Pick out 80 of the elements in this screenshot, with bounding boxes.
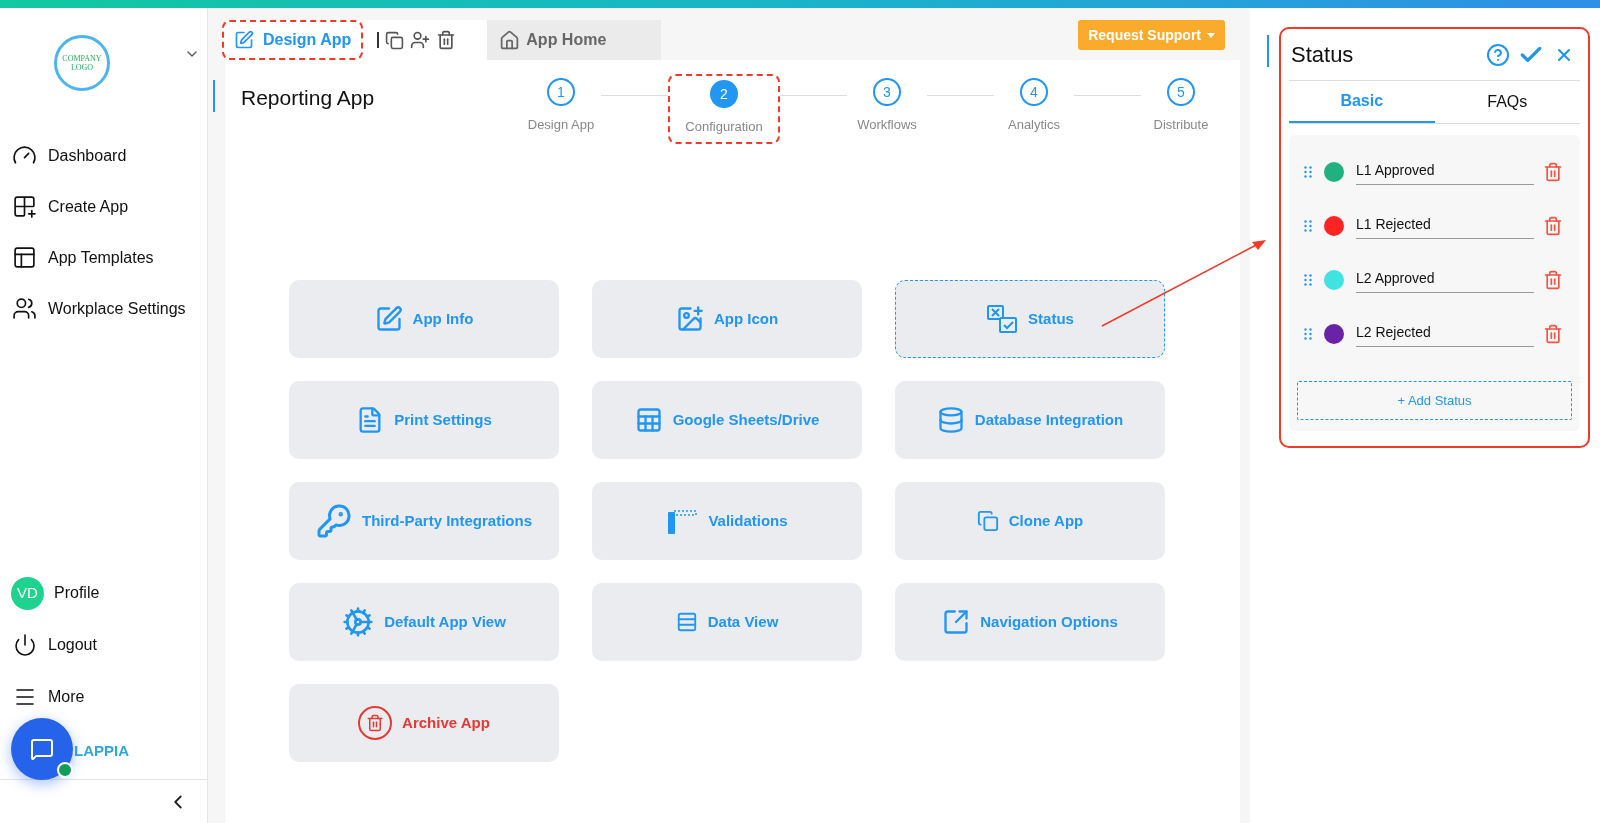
header-tab[interactable]: App Home [487, 20, 662, 60]
sheet-icon [634, 406, 663, 434]
request-support-button[interactable]: Request Support [1078, 20, 1225, 50]
settings-card[interactable]: App Icon [592, 280, 862, 358]
settings-card[interactable]: Database Integration [895, 381, 1165, 459]
drag-handle-icon[interactable] [1304, 220, 1312, 232]
key-icon [316, 503, 352, 539]
step-connector [1074, 95, 1141, 96]
nav-item[interactable]: App Templates [0, 232, 207, 283]
edit-icon [374, 305, 403, 333]
chat-button[interactable] [11, 718, 73, 780]
status-name-field[interactable]: L1 Approved [1356, 159, 1534, 185]
panel-title: Status [1291, 41, 1354, 69]
step[interactable]: 4 Analytics [994, 78, 1074, 135]
grid-plus-icon [12, 194, 37, 219]
rows-icon [675, 611, 698, 633]
edit-icon [234, 30, 254, 50]
barrier-icon [666, 508, 699, 534]
copy-icon[interactable] [385, 30, 405, 50]
add-user-icon[interactable] [410, 30, 431, 50]
step[interactable]: 2 Configuration [668, 74, 780, 144]
caret-icon [1207, 32, 1215, 38]
section-indicator [213, 80, 215, 112]
divider-bar [377, 32, 380, 48]
settings-card[interactable]: App Info [289, 280, 559, 358]
boxes-check-icon [986, 304, 1019, 334]
settings-card[interactable]: Data View [592, 583, 862, 661]
trash-icon [358, 706, 393, 740]
database-icon [936, 406, 965, 434]
chat-icon [30, 737, 54, 761]
settings-card[interactable]: Navigation Options [895, 583, 1165, 661]
copy-icon [976, 510, 999, 532]
step[interactable]: 1 Design App [521, 78, 601, 135]
nav-item[interactable]: Workplace Settings [0, 283, 207, 334]
status-name-field[interactable]: L2 Rejected [1356, 321, 1534, 347]
settings-card[interactable]: Clone App [895, 482, 1165, 560]
home-icon [499, 29, 521, 51]
status-name-field[interactable]: L1 Rejected [1356, 213, 1534, 239]
nav-item[interactable]: Create App [0, 181, 207, 232]
app-title: Reporting App [241, 85, 376, 111]
nav-item[interactable]: Dashboard [0, 130, 207, 181]
layout-icon [12, 245, 37, 270]
step-connector [927, 95, 994, 96]
settings-card[interactable]: Validations [592, 482, 862, 560]
brand-name: LAPPIA [74, 740, 129, 761]
settings-card[interactable]: Archive App [289, 684, 559, 762]
step[interactable]: 5 Distribute [1141, 78, 1221, 135]
nav-item[interactable]: Logout [0, 619, 207, 671]
profile-item[interactable]: VD Profile [0, 567, 207, 619]
delete-icon[interactable] [1543, 162, 1563, 182]
panel-tab[interactable]: Basic [1289, 81, 1435, 123]
gear-icon [342, 606, 375, 638]
status-name-field[interactable]: L2 Approved [1356, 267, 1534, 293]
delete-icon[interactable] [1543, 216, 1563, 236]
avatar: VD [11, 576, 44, 610]
settings-card[interactable]: Print Settings [289, 381, 559, 459]
header-tab[interactable]: Design App [222, 20, 364, 60]
drag-handle-icon[interactable] [1304, 166, 1312, 178]
add-status-button[interactable]: + Add Status [1297, 381, 1572, 420]
users-icon [12, 296, 37, 321]
help-icon[interactable] [1486, 42, 1510, 67]
settings-card[interactable]: Google Sheets/Drive [592, 381, 862, 459]
power-icon [13, 633, 37, 657]
drag-handle-icon[interactable] [1304, 274, 1312, 286]
nav-item[interactable]: More [0, 671, 207, 723]
external-link-icon [942, 608, 971, 636]
company-logo[interactable]: COMPANY LOGO [54, 35, 110, 91]
drag-handle-icon[interactable] [1304, 328, 1312, 340]
step[interactable]: 3 Workflows [847, 78, 927, 135]
settings-card[interactable]: Third-Party Integrations [289, 482, 559, 560]
panel-tab[interactable]: FAQs [1434, 81, 1580, 123]
delete-icon[interactable] [436, 30, 457, 50]
step-connector [780, 95, 847, 96]
panel-indicator [1267, 35, 1269, 67]
settings-card[interactable]: Default App View [289, 583, 559, 661]
delete-icon[interactable] [1543, 270, 1563, 290]
step-connector [601, 95, 668, 96]
settings-card[interactable]: Status [895, 280, 1165, 358]
delete-icon[interactable] [1543, 324, 1563, 344]
image-icon [675, 305, 704, 333]
